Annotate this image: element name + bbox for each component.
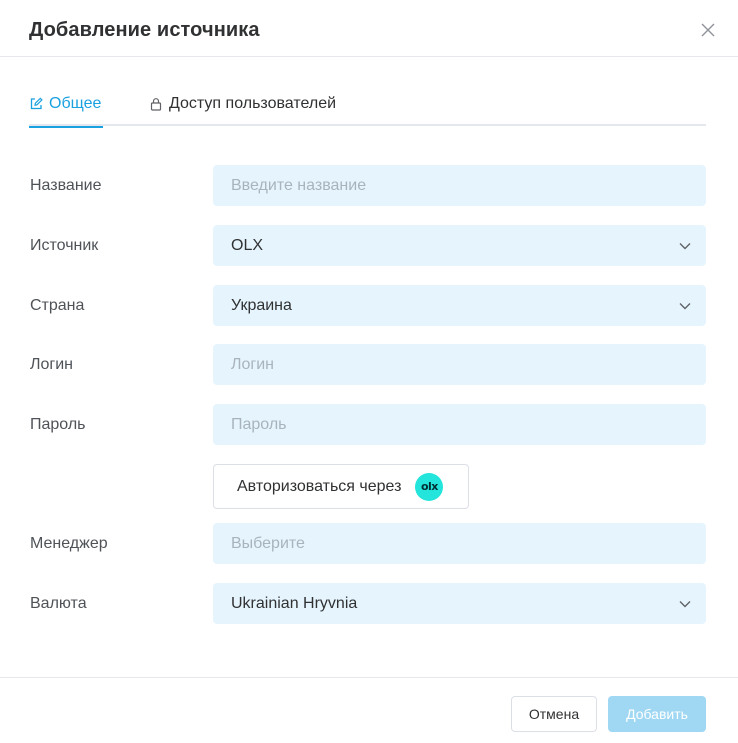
add-button[interactable]: Добавить <box>608 696 706 732</box>
password-placeholder: Пароль <box>231 415 287 433</box>
add-source-dialog: Добавление источника Общее Доступ пользо… <box>0 0 738 743</box>
olx-logo: olx <box>415 472 444 501</box>
tab-general-label: Общее <box>49 95 102 112</box>
lock-icon <box>149 97 163 111</box>
tab-general[interactable]: Общее <box>29 82 104 128</box>
password-label: Пароль <box>30 416 86 433</box>
dialog-header: Добавление источника <box>0 0 738 57</box>
dialog-title: Добавление источника <box>29 19 260 41</box>
form-row-name: Название Введите название <box>0 165 738 206</box>
authorize-olx-button[interactable]: Авторизоваться через olx <box>213 464 469 509</box>
chevron-down-icon <box>678 597 692 611</box>
authorize-label: Авторизоваться через <box>237 477 402 495</box>
currency-label: Валюта <box>30 595 87 612</box>
close-icon[interactable] <box>698 20 718 40</box>
country-value: Украина <box>231 296 292 314</box>
name-label: Название <box>30 177 102 194</box>
form-row-manager: Менеджер Выберите <box>0 523 738 564</box>
currency-value: Ukrainian Hryvnia <box>231 594 358 612</box>
source-value: OLX <box>231 236 264 254</box>
manager-label: Менеджер <box>30 535 108 552</box>
manager-select[interactable]: Выберите <box>213 523 706 564</box>
manager-placeholder: Выберите <box>231 534 305 552</box>
form-row-country: Страна Украина <box>0 285 738 326</box>
form-row-login: Логин Логин <box>0 344 738 385</box>
source-select[interactable]: OLX <box>213 225 706 266</box>
password-input[interactable]: Пароль <box>213 404 706 445</box>
edit-icon <box>29 97 43 111</box>
cancel-button[interactable]: Отмена <box>511 696 597 732</box>
login-input[interactable]: Логин <box>213 344 706 385</box>
chevron-down-icon <box>678 299 692 313</box>
form-row-password: Пароль Пароль <box>0 404 738 445</box>
login-label: Логин <box>30 356 74 373</box>
login-placeholder: Логин <box>231 355 275 373</box>
country-select[interactable]: Украина <box>213 285 706 326</box>
form-row-source: Источник OLX <box>0 225 738 266</box>
country-label: Страна <box>30 297 85 314</box>
tab-bar: Общее Доступ пользователей <box>29 82 706 128</box>
tab-user-access-label: Доступ пользователей <box>169 95 337 112</box>
source-label: Источник <box>30 237 99 254</box>
currency-select[interactable]: Ukrainian Hryvnia <box>213 583 706 624</box>
name-placeholder: Введите название <box>231 176 367 194</box>
tab-user-access[interactable]: Доступ пользователей <box>149 82 336 126</box>
chevron-down-icon <box>678 239 692 253</box>
dialog-footer: Отмена Добавить <box>0 677 738 743</box>
name-input[interactable]: Введите название <box>213 165 706 206</box>
form-row-currency: Валюта Ukrainian Hryvnia <box>0 583 738 624</box>
